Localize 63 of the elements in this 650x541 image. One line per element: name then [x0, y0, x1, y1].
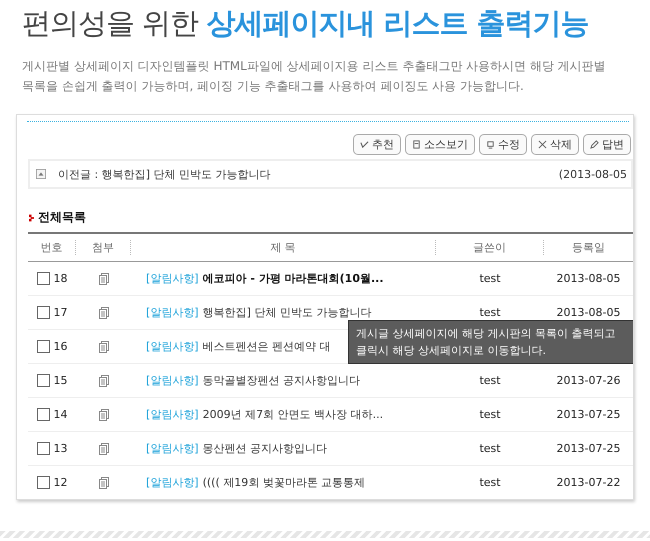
toolbar-button[interactable]: 소스보기: [405, 134, 475, 155]
post-number: 15: [54, 374, 68, 387]
writer-name: test: [479, 408, 501, 421]
writer-name: test: [479, 442, 501, 455]
attachment-icon: [98, 408, 108, 420]
post-number: 12: [54, 476, 68, 489]
attachment-icon: [98, 442, 108, 454]
row-checkbox[interactable]: [36, 476, 50, 489]
toolbar-button[interactable]: 추천: [353, 134, 401, 155]
post-date: 2013-07-26: [556, 374, 620, 387]
previous-post-link[interactable]: 이전글 : 행복한집] 단체 민박도 가능합니다: [58, 166, 559, 182]
column-header: 등록일: [572, 241, 605, 254]
column-header: 첨부: [92, 241, 114, 254]
collapse-icon[interactable]: [36, 169, 46, 179]
description: 게시판별 상세페이지 디자인템플릿 HTML파일에 상세페이지용 리스트 추출태그만 사용하시면 해당 게시판별 목록을 손쉽게 출력이 가능하며, 페이징 기능 추출태그를 사용하여 페이징도 사용 가능합니다.: [22, 58, 607, 95]
post-date: 2013-07-22: [556, 476, 620, 489]
toolbar-button[interactable]: 답변: [583, 134, 631, 155]
post-title-link[interactable]: 행복한집] 단체 민박도 가능합니다: [202, 305, 372, 320]
check-icon: [360, 140, 369, 149]
attachment-icon: [98, 340, 108, 352]
toolbar-button[interactable]: 삭제: [531, 134, 579, 155]
writer-name: test: [479, 476, 501, 489]
post-title-link[interactable]: 2009년 제7회 안면도 백사장 대하...: [202, 407, 384, 422]
post-date: 2013-07-25: [556, 442, 620, 455]
row-checkbox[interactable]: [36, 306, 50, 319]
post-number: 18: [54, 272, 68, 285]
headline: 편의성을 위한 상세페이지내 리스트 출력기능: [21, 5, 590, 42]
post-title-link[interactable]: (((( 제19회 벚꽃마라톤 교통통제: [202, 475, 366, 490]
toolbar-button[interactable]: 수정: [479, 134, 527, 155]
close-icon: [538, 140, 547, 149]
writer-name: test: [479, 374, 501, 387]
post-number: 13: [54, 442, 68, 455]
monitor-icon: [486, 140, 495, 149]
column-header: 제 목: [270, 241, 296, 254]
row-checkbox[interactable]: [36, 408, 50, 421]
bullet-icon: [29, 214, 34, 222]
row-checkbox[interactable]: [36, 374, 50, 387]
attachment-icon: [98, 306, 108, 318]
tooltip: 게시글 상세페이지에 해당 게시판의 목록이 출력되고 클릭시 해당 상세페이지로 이동합니다.: [348, 320, 633, 364]
previous-post-date: (2013-08-05: [558, 168, 627, 180]
post-number: 14: [54, 408, 68, 421]
writer-name: test: [479, 272, 501, 285]
column-header: 번호: [40, 241, 62, 254]
pencil-icon: [590, 140, 599, 149]
post-title-link[interactable]: 베스트펜션은 펜션예약 대: [202, 339, 331, 354]
post-date: 2013-08-05: [556, 272, 620, 285]
post-number: 16: [54, 340, 68, 353]
post-date: 2013-08-05: [556, 306, 620, 319]
post-title-link[interactable]: 에코피아 - 가평 마라톤대회(10월...: [202, 271, 384, 286]
writer-name: test: [479, 306, 501, 319]
document-icon: [412, 140, 421, 149]
attachment-icon: [98, 272, 108, 284]
row-checkbox[interactable]: [36, 442, 50, 455]
attachment-icon: [98, 476, 108, 488]
post-title-link[interactable]: 몽산펜션 공지사항입니다: [202, 441, 328, 456]
post-title-link[interactable]: 동막골별장펜션 공지사항입니다: [202, 373, 360, 388]
row-checkbox[interactable]: [36, 340, 50, 353]
post-date: 2013-07-25: [556, 408, 620, 421]
post-number: 17: [54, 306, 68, 319]
attachment-icon: [98, 374, 108, 386]
list-title: 전체목록: [38, 209, 86, 226]
column-header: 글쓴이: [473, 241, 506, 254]
row-checkbox[interactable]: [36, 272, 50, 285]
